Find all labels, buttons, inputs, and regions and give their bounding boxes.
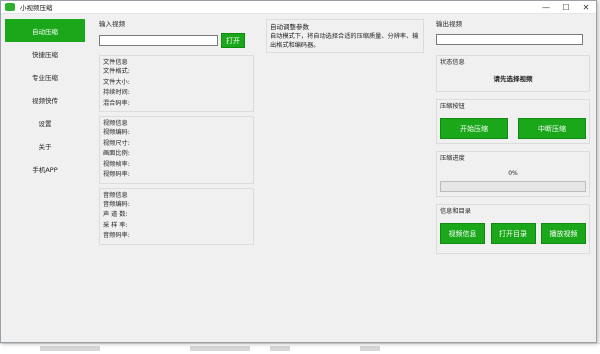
info-dir-title: 信息和目录 — [440, 208, 471, 215]
maximize-button[interactable]: ☐ — [556, 1, 576, 14]
mixed-bitrate-label: 混合码率: — [103, 99, 130, 107]
background-window-bottom — [0, 343, 600, 354]
duration-label: 持续时间: — [103, 89, 130, 96]
compress-buttons-row: 开始压缩 中断压缩 — [440, 118, 586, 139]
stop-compress-button[interactable]: 中断压缩 — [518, 118, 586, 139]
play-video-button[interactable]: 播放视频 — [541, 223, 586, 244]
minimize-button[interactable]: — — [536, 1, 556, 14]
info-dir-panel: 信息和目录 视频信息 打开目录 播放视频 — [436, 204, 590, 254]
input-video-label: 输入视频 — [99, 20, 125, 28]
video-size-label: 视频尺寸: — [103, 139, 130, 147]
video-info-group: 视频信息 视频编码: 视频尺寸: 画面比例: 视频帧率: 视频码率: — [99, 116, 254, 184]
window-title: 小视频压缩 — [20, 4, 53, 12]
status-text: 请先选择视频 — [493, 75, 533, 83]
window-controls: — ☐ ✕ — [536, 1, 596, 14]
progress-bar — [440, 181, 586, 192]
file-info-group: 文件信息 文件格式: 文件大小: 持续时间: 混合码率: — [99, 55, 254, 112]
audio-codec-label: 音频编码: — [103, 200, 130, 208]
video-info-button[interactable]: 视频信息 — [440, 223, 485, 244]
auto-params-title: 自动调整参数 — [270, 23, 309, 31]
sidebar-item-pro-compress[interactable]: 专业压缩 — [5, 65, 85, 88]
auto-params-panel: 自动调整参数 自动模式下，将自动选择合适的压缩质量、分辨率、输出格式和编码器。 — [266, 19, 424, 53]
compress-buttons-panel: 压缩按钮 开始压缩 中断压缩 — [436, 99, 590, 144]
output-video-label: 输出视频 — [436, 20, 462, 28]
compress-buttons-title: 压缩按钮 — [440, 103, 465, 110]
sidebar-item-settings[interactable]: 设置 — [5, 111, 85, 134]
video-info-title: 视频信息 — [103, 120, 128, 127]
close-button[interactable]: ✕ — [576, 1, 596, 14]
auto-params-column: 自动调整参数 自动模式下，将自动选择合适的压缩质量、分辨率、输出格式和编码器。 — [266, 19, 424, 53]
file-format-label: 文件格式: — [103, 68, 130, 75]
audio-bitrate-label: 音频码率: — [103, 232, 130, 239]
window-body: 自动压缩 快捷压缩 专业压缩 视频快传 设置 关于 手机APP 输入视频 打开 … — [1, 14, 596, 342]
start-compress-button[interactable]: 开始压缩 — [440, 118, 508, 139]
background-row — [270, 346, 290, 351]
progress-title: 压缩进度 — [440, 155, 465, 162]
progress-panel: 压缩进度 0% — [436, 151, 590, 197]
input-column: 输入视频 打开 文件信息 文件格式: 文件大小: 持续时间: 混合码率: 视频信… — [99, 19, 254, 245]
input-video-field[interactable] — [99, 35, 218, 46]
app-logo-icon — [5, 3, 15, 11]
app-window: 小视频压缩 — ☐ ✕ 自动压缩 快捷压缩 专业压缩 视频快传 设置 关于 手机… — [0, 0, 597, 343]
input-row: 打开 — [99, 33, 254, 48]
open-button[interactable]: 打开 — [221, 33, 245, 48]
status-title: 状态信息 — [440, 59, 465, 66]
background-row — [190, 346, 250, 351]
file-info-title: 文件信息 — [103, 59, 128, 66]
sidebar-item-quick-compress[interactable]: 快捷压缩 — [5, 42, 85, 65]
output-video-field[interactable] — [436, 34, 583, 45]
video-bitrate-label: 视频码率: — [103, 171, 130, 178]
sidebar-item-about[interactable]: 关于 — [5, 134, 85, 157]
sidebar-item-video-transfer[interactable]: 视频快传 — [5, 88, 85, 111]
info-dir-buttons-row: 视频信息 打开目录 播放视频 — [440, 223, 586, 244]
output-column: 输出视频 状态信息 请先选择视频 压缩按钮 开始压缩 中断压缩 压缩进度 0% — [436, 19, 590, 254]
sample-rate-label: 采 样 率: — [103, 221, 128, 229]
title-bar[interactable]: 小视频压缩 — ☐ ✕ — [1, 1, 596, 14]
status-panel: 状态信息 请先选择视频 — [436, 55, 590, 92]
video-codec-label: 视频编码: — [103, 129, 130, 136]
sidebar: 自动压缩 快捷压缩 专业压缩 视频快传 设置 关于 手机APP — [5, 19, 85, 349]
channels-label: 声 道 数: — [103, 211, 128, 218]
frame-rate-label: 视频帧率: — [103, 160, 130, 168]
sidebar-item-auto-compress[interactable]: 自动压缩 — [5, 19, 85, 42]
sidebar-item-mobile-app[interactable]: 手机APP — [5, 157, 85, 180]
aspect-ratio-label: 画面比例: — [103, 150, 130, 157]
open-directory-button[interactable]: 打开目录 — [490, 223, 536, 244]
audio-info-title: 音频信息 — [103, 191, 128, 199]
progress-percent: 0% — [508, 170, 518, 177]
file-size-label: 文件大小: — [103, 78, 130, 86]
audio-info-group: 音频信息 音频编码: 声 道 数: 采 样 率: 音频码率: — [99, 187, 254, 245]
auto-params-description: 自动模式下，将自动选择合适的压缩质量、分辨率、输出格式和编码器。 — [270, 33, 419, 49]
background-row — [360, 346, 380, 351]
